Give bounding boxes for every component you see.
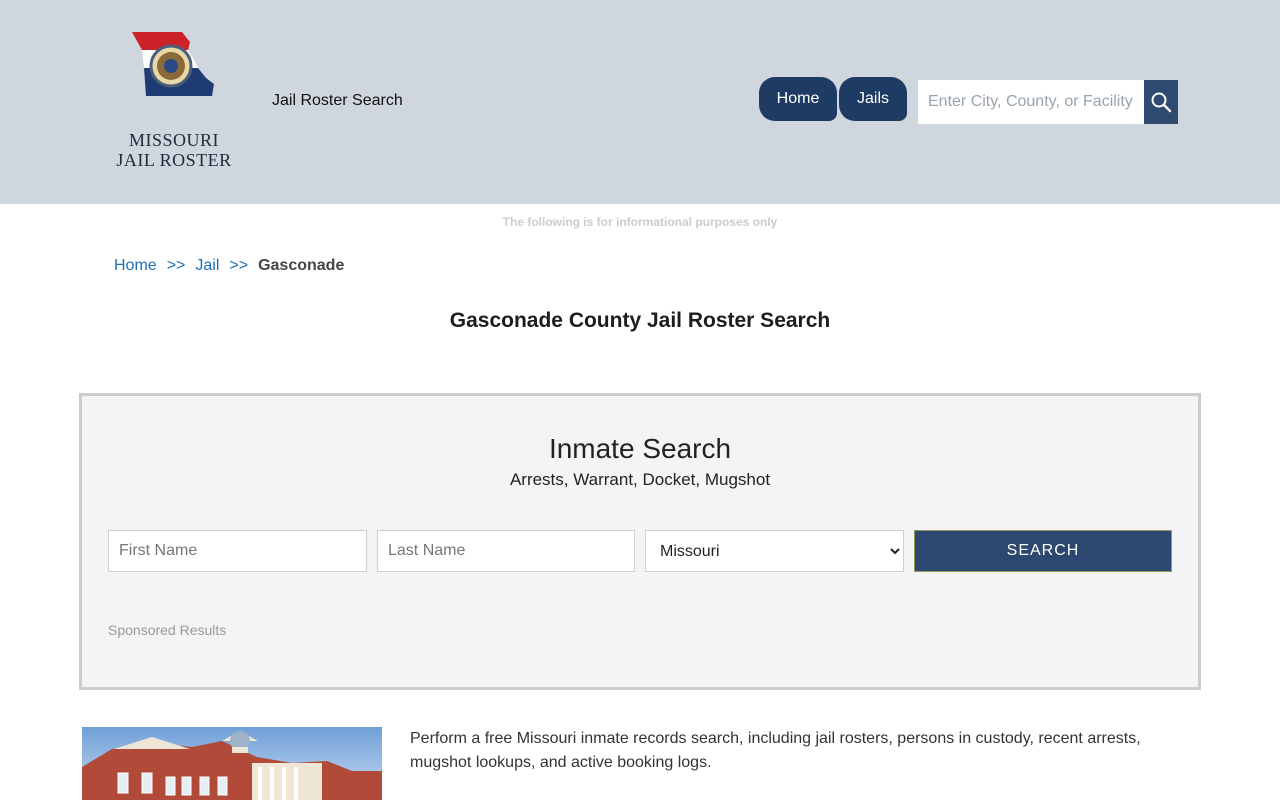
breadcrumb-current: Gasconade	[258, 257, 345, 274]
nav-home-button[interactable]: Home	[759, 77, 837, 121]
logo-text: MISSOURI JAIL ROSTER	[112, 130, 236, 170]
logo-text-line1: MISSOURI	[128, 130, 220, 150]
disclaimer-text: The following is for informational purpo…	[502, 215, 778, 229]
inmate-search-title: Inmate Search	[548, 433, 732, 464]
courthouse-photo	[82, 727, 382, 800]
courthouse-image	[82, 727, 382, 800]
nav-jails-button[interactable]: Jails	[839, 77, 907, 121]
site-tagline: Jail Roster Search	[272, 92, 403, 109]
main-nav: Home Jails	[759, 77, 907, 121]
inmate-search-button[interactable]: SEARCH	[914, 530, 1172, 572]
logo-text-line2: JAIL ROSTER	[116, 150, 232, 170]
last-name-input[interactable]	[377, 530, 635, 572]
header-search-input[interactable]	[918, 80, 1144, 124]
breadcrumb: Home >> Jail >> Gasconade	[114, 257, 344, 275]
missouri-state-logo-icon	[132, 32, 214, 96]
inmate-search-panel: Inmate Search Arrests, Warrant, Docket, …	[79, 393, 1201, 690]
sponsored-results-label: Sponsored Results	[108, 622, 227, 638]
breadcrumb-home-link[interactable]: Home	[114, 257, 157, 275]
header-search	[918, 80, 1178, 124]
site-header: MISSOURI JAIL ROSTER Jail Roster Search …	[0, 0, 1280, 204]
site-logo[interactable]: MISSOURI JAIL ROSTER	[112, 28, 238, 176]
first-name-input[interactable]	[108, 530, 367, 572]
intro-paragraph: Perform a free Missouri inmate records s…	[410, 730, 1141, 771]
breadcrumb-jail-link[interactable]: Jail	[195, 257, 219, 275]
inmate-search-subtitle: Arrests, Warrant, Docket, Mugshot	[509, 470, 771, 489]
breadcrumb-separator: >>	[166, 257, 186, 274]
state-select[interactable]: Missouri	[645, 530, 904, 572]
header-search-button[interactable]	[1144, 80, 1178, 124]
search-icon	[1151, 92, 1172, 113]
breadcrumb-separator: >>	[229, 257, 249, 274]
page-title: Gasconade County Jail Roster Search	[449, 309, 831, 332]
